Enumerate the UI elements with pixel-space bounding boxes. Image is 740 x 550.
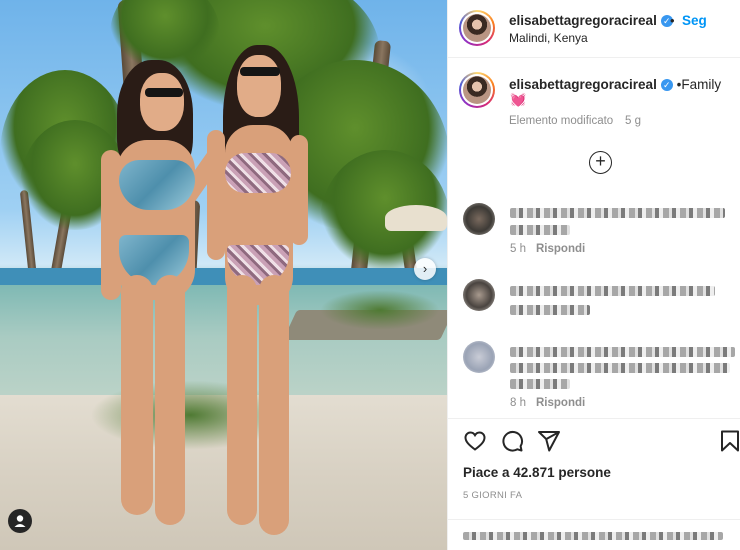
sunglasses [145,88,183,97]
caption-text: •Family [676,77,722,92]
leg [227,275,257,525]
caption-edited-label: Elemento modificato [509,115,614,127]
person-right [195,45,325,535]
post-side-panel: elisabettagregoracireal ✓ • Seg Malindi, … [447,0,740,550]
location-link[interactable]: Malindi, Kenya [509,31,588,45]
caption: elisabettagregoracireal ✓ •Family [509,77,721,92]
blurred-comment-text [510,379,570,389]
blurred-comment-text [463,532,723,540]
sunglasses [240,67,280,76]
comment-reply-button[interactable]: Rispondi [536,243,585,255]
post-actions: Piace a 42.871 persone 5 GIORNI FA [448,418,740,550]
comment-avatar[interactable] [463,279,495,311]
bookmark-icon[interactable] [720,429,740,453]
chevron-right-icon[interactable]: › [414,258,436,280]
arm [290,135,308,245]
face [140,73,184,131]
leg [259,275,289,535]
shrub [320,290,440,330]
comment-time: 5 h [510,243,526,255]
follow-button[interactable]: Seg [682,13,707,28]
blurred-comment-text [510,347,735,357]
leg [155,275,185,525]
paper-plane-icon[interactable] [537,429,561,453]
heart-outline-icon[interactable] [463,429,487,453]
face [237,55,281,117]
comment-reply-button[interactable]: Rispondi [536,397,585,409]
bikini-top [225,153,291,193]
blurred-comment-text [510,208,725,218]
caption-username[interactable]: elisabettagregoracireal [509,77,657,92]
arm [207,130,225,260]
blurred-comment-text [510,363,730,373]
speech-bubble-icon[interactable] [500,429,524,453]
post-photo[interactable]: › [0,0,447,550]
blurred-comment-text [510,225,570,235]
separator-dot: • [670,13,675,28]
post-date: 5 GIORNI FA [463,490,523,501]
arm [101,150,121,300]
swimsuit-top [119,160,195,210]
plus-circle-icon[interactable]: + [589,151,612,174]
comment-time: 8 h [510,397,526,409]
post-username[interactable]: elisabettagregoracireal ✓ [509,13,673,28]
heart-emoji: 💓 [510,92,527,107]
beach-umbrella [385,205,447,231]
caption-age: 5 g [625,115,641,127]
caption-avatar[interactable] [459,72,495,108]
post-header: elisabettagregoracireal ✓ • Seg Malindi, … [448,0,740,58]
verified-badge-icon: ✓ [660,79,673,92]
blurred-comment-text [510,305,590,315]
avatar[interactable] [459,10,495,46]
comment-avatar[interactable] [463,203,495,235]
add-comment-row[interactable] [448,519,740,550]
user-tag-icon[interactable] [8,509,32,533]
blurred-comment-text [510,286,715,296]
leg [121,275,153,515]
comment-avatar[interactable] [463,341,495,373]
likes-count[interactable]: Piace a 42.871 persone [463,465,611,480]
